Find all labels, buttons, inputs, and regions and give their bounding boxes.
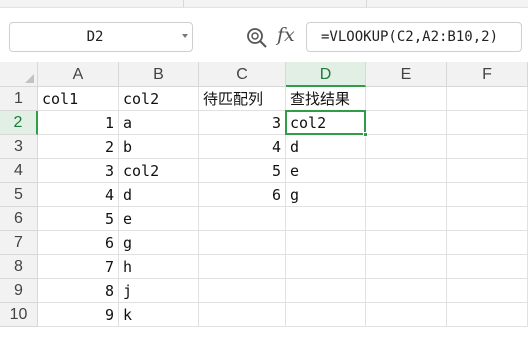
cell-b6[interactable]: e (119, 207, 199, 231)
zoom-magnifier-icon[interactable] (246, 27, 268, 49)
row-header-2[interactable]: 2 (0, 111, 38, 135)
cell-c8[interactable] (199, 255, 286, 279)
cell-c6[interactable] (199, 207, 286, 231)
insert-function-button[interactable]: fx (277, 24, 295, 46)
cell-f6[interactable] (447, 207, 528, 231)
formula-input[interactable]: =VLOOKUP(C2,A2:B10,2) (306, 22, 522, 52)
cell-d9[interactable] (286, 279, 366, 303)
column-header-e[interactable]: E (366, 62, 447, 87)
cell-f5[interactable] (447, 183, 528, 207)
cell-d3[interactable]: d (286, 135, 366, 159)
ribbon-separator (183, 0, 184, 7)
cell-c3[interactable]: 4 (199, 135, 286, 159)
cell-a4[interactable]: 3 (38, 159, 119, 183)
cell-c9[interactable] (199, 279, 286, 303)
cell-a10[interactable]: 9 (38, 303, 119, 327)
cell-e3[interactable] (366, 135, 447, 159)
cell-c2[interactable]: 3 (199, 111, 286, 135)
cell-e6[interactable] (366, 207, 447, 231)
cell-b10[interactable]: k (119, 303, 199, 327)
row-header-9[interactable]: 9 (0, 279, 38, 303)
row-header-10[interactable]: 10 (0, 303, 38, 327)
name-box-value[interactable]: D2 (10, 23, 180, 51)
formula-text[interactable]: =VLOOKUP(C2,A2:B10,2) (321, 23, 498, 51)
cell-f7[interactable] (447, 231, 528, 255)
cell-e4[interactable] (366, 159, 447, 183)
cell-d1[interactable]: 查找结果 (286, 87, 366, 111)
cell-a5[interactable]: 4 (38, 183, 119, 207)
cell-f1[interactable] (447, 87, 528, 111)
cell-f2[interactable] (447, 111, 528, 135)
cell-a3[interactable]: 2 (38, 135, 119, 159)
cell-f4[interactable] (447, 159, 528, 183)
select-all-triangle-icon[interactable] (25, 74, 34, 83)
cell-c1[interactable]: 待匹配列 (199, 87, 286, 111)
cell-a8[interactable]: 7 (38, 255, 119, 279)
cell-b7[interactable]: g (119, 231, 199, 255)
row-header-3[interactable]: 3 (0, 135, 38, 159)
spreadsheet-grid[interactable]: A B C D E F 1 col1 col2 待匹配列 查找结果 2 1 a 3 col2 3 2 b 4 d 4 3 co… (0, 62, 528, 340)
cell-b5[interactable]: d (119, 183, 199, 207)
column-header-f[interactable]: F (447, 62, 528, 87)
name-box[interactable]: D2 (9, 22, 193, 52)
cell-f9[interactable] (447, 279, 528, 303)
column-header-d[interactable]: D (286, 62, 366, 87)
cell-b2[interactable]: a (119, 111, 199, 135)
cell-b9[interactable]: j (119, 279, 199, 303)
row-header-5[interactable]: 5 (0, 183, 38, 207)
cell-d6[interactable] (286, 207, 366, 231)
cell-a7[interactable]: 6 (38, 231, 119, 255)
cell-b8[interactable]: h (119, 255, 199, 279)
cell-c5[interactable]: 6 (199, 183, 286, 207)
select-all-corner[interactable] (0, 62, 38, 87)
formula-bar: D2 fx =VLOOKUP(C2,A2:B10,2) (0, 8, 528, 62)
ribbon-bottom-edge (0, 0, 528, 8)
chevron-down-icon[interactable] (182, 34, 188, 38)
column-header-a[interactable]: A (38, 62, 119, 87)
row-header-1[interactable]: 1 (0, 87, 38, 111)
cell-d8[interactable] (286, 255, 366, 279)
cell-c7[interactable] (199, 231, 286, 255)
row-header-7[interactable]: 7 (0, 231, 38, 255)
cell-e7[interactable] (366, 231, 447, 255)
column-header-b[interactable]: B (119, 62, 199, 87)
cell-e10[interactable] (366, 303, 447, 327)
cell-a1[interactable]: col1 (38, 87, 119, 111)
row-header-4[interactable]: 4 (0, 159, 38, 183)
cell-a2[interactable]: 1 (38, 111, 119, 135)
row-header-6[interactable]: 6 (0, 207, 38, 231)
cell-e1[interactable] (366, 87, 447, 111)
cell-e9[interactable] (366, 279, 447, 303)
cell-e8[interactable] (366, 255, 447, 279)
cell-d5[interactable]: g (286, 183, 366, 207)
cell-f3[interactable] (447, 135, 528, 159)
ribbon-separator (366, 0, 367, 7)
cell-a9[interactable]: 8 (38, 279, 119, 303)
row-header-8[interactable]: 8 (0, 255, 38, 279)
cell-b1[interactable]: col2 (119, 87, 199, 111)
cell-d2[interactable]: col2 (286, 111, 366, 135)
cell-e5[interactable] (366, 183, 447, 207)
cell-b4[interactable]: col2 (119, 159, 199, 183)
cell-d10[interactable] (286, 303, 366, 327)
fill-handle[interactable] (363, 132, 368, 137)
cell-d4[interactable]: e (286, 159, 366, 183)
cell-e2[interactable] (366, 111, 447, 135)
cell-d7[interactable] (286, 231, 366, 255)
cell-f8[interactable] (447, 255, 528, 279)
cell-a6[interactable]: 5 (38, 207, 119, 231)
column-header-c[interactable]: C (199, 62, 286, 87)
cell-c10[interactable] (199, 303, 286, 327)
cell-c4[interactable]: 5 (199, 159, 286, 183)
cell-b3[interactable]: b (119, 135, 199, 159)
cell-f10[interactable] (447, 303, 528, 327)
